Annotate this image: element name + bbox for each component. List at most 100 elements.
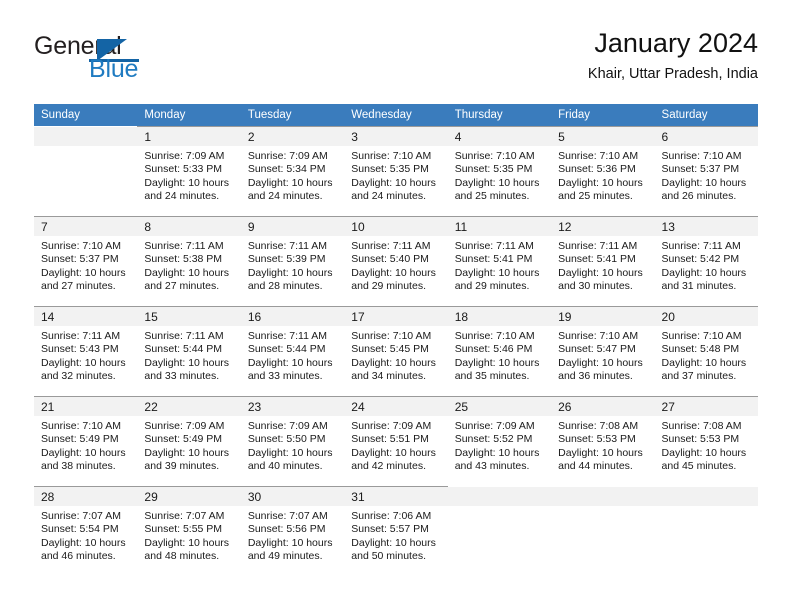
day-cell[interactable]: 18 Sunrise: 7:10 AM Sunset: 5:46 PM Dayligh… bbox=[447, 306, 552, 396]
daylight-text-line2: and 29 minutes. bbox=[454, 279, 530, 292]
sunset-text: Sunset: 5:47 PM bbox=[558, 343, 636, 356]
day-details: Sunrise: 7:11 AM Sunset: 5:38 PM Daylight:… bbox=[137, 236, 240, 293]
sunrise-text: Sunrise: 7:11 AM bbox=[144, 240, 224, 252]
day-number: 11 bbox=[447, 217, 552, 236]
sunset-text: Sunset: 5:35 PM bbox=[351, 163, 429, 176]
daylight-text-line1: Daylight: 10 hours bbox=[661, 446, 747, 459]
day-cell[interactable]: 16 Sunrise: 7:11 AM Sunset: 5:44 PM Dayligh… bbox=[240, 306, 345, 396]
day-cell[interactable]: 20 Sunrise: 7:10 AM Sunset: 5:48 PM Dayligh… bbox=[654, 306, 758, 396]
weekday-header-sunday: Sunday bbox=[34, 104, 138, 126]
day-cell-empty bbox=[654, 486, 758, 576]
day-number: 26 bbox=[551, 397, 655, 416]
day-cell[interactable]: 17 Sunrise: 7:10 AM Sunset: 5:45 PM Dayligh… bbox=[344, 306, 448, 396]
general-blue-logo[interactable]: General Blue bbox=[34, 34, 234, 90]
calendar-cell: 15 Sunrise: 7:11 AM Sunset: 5:44 PM Dayligh… bbox=[137, 306, 241, 396]
day-cell[interactable]: 12 Sunrise: 7:11 AM Sunset: 5:41 PM Dayligh… bbox=[551, 216, 655, 306]
day-cell[interactable]: 29 Sunrise: 7:07 AM Sunset: 5:55 PM Dayligh… bbox=[137, 486, 241, 576]
sunset-text: Sunset: 5:55 PM bbox=[144, 523, 223, 536]
day-number: 9 bbox=[240, 217, 345, 236]
day-number: 21 bbox=[34, 397, 138, 416]
calendar-cell: 13 Sunrise: 7:11 AM Sunset: 5:42 PM Dayligh… bbox=[654, 216, 758, 306]
sunset-text: Sunset: 5:54 PM bbox=[41, 523, 119, 536]
calendar-week-row: 21 Sunrise: 7:10 AM Sunset: 5:49 PM Dayligh… bbox=[34, 396, 758, 486]
sunset-text: Sunset: 5:51 PM bbox=[351, 433, 429, 446]
weekday-header-thursday: Thursday bbox=[447, 104, 552, 126]
sunset-text: Sunset: 5:48 PM bbox=[661, 343, 740, 356]
day-number: 30 bbox=[240, 487, 345, 506]
day-cell[interactable]: 28 Sunrise: 7:07 AM Sunset: 5:54 PM Dayligh… bbox=[34, 486, 138, 576]
sunrise-text: Sunrise: 7:06 AM bbox=[351, 510, 432, 522]
calendar-cell bbox=[654, 486, 758, 576]
day-cell[interactable]: 13 Sunrise: 7:11 AM Sunset: 5:42 PM Dayligh… bbox=[654, 216, 758, 306]
day-cell[interactable]: 11 Sunrise: 7:11 AM Sunset: 5:41 PM Dayligh… bbox=[447, 216, 552, 306]
day-number: 18 bbox=[447, 307, 552, 326]
sunrise-text: Sunrise: 7:09 AM bbox=[247, 420, 328, 432]
day-cell[interactable]: 26 Sunrise: 7:08 AM Sunset: 5:53 PM Dayligh… bbox=[551, 396, 655, 486]
day-number: 12 bbox=[551, 217, 655, 236]
day-cell[interactable]: 7 Sunrise: 7:10 AM Sunset: 5:37 PM Daylight… bbox=[34, 216, 138, 306]
day-cell[interactable]: 23 Sunrise: 7:09 AM Sunset: 5:50 PM Dayligh… bbox=[240, 396, 345, 486]
day-cell[interactable]: 31 Sunrise: 7:06 AM Sunset: 5:57 PM Dayligh… bbox=[344, 486, 448, 576]
sunset-text: Sunset: 5:45 PM bbox=[351, 343, 429, 356]
day-cell[interactable]: 25 Sunrise: 7:09 AM Sunset: 5:52 PM Dayligh… bbox=[447, 396, 552, 486]
calendar-cell: 17 Sunrise: 7:10 AM Sunset: 5:45 PM Dayligh… bbox=[344, 306, 448, 396]
day-cell[interactable]: 5 Sunrise: 7:10 AM Sunset: 5:36 PM Daylight… bbox=[551, 126, 655, 216]
day-cell[interactable]: 24 Sunrise: 7:09 AM Sunset: 5:51 PM Dayligh… bbox=[344, 396, 448, 486]
day-cell[interactable]: 1 Sunrise: 7:09 AM Sunset: 5:33 PM Daylight… bbox=[137, 126, 241, 216]
sunrise-text: Sunrise: 7:10 AM bbox=[661, 330, 742, 342]
day-cell[interactable]: 10 Sunrise: 7:11 AM Sunset: 5:40 PM Dayligh… bbox=[344, 216, 448, 306]
daylight-text-line1: Daylight: 10 hours bbox=[41, 446, 126, 459]
calendar-cell: 8 Sunrise: 7:11 AM Sunset: 5:38 PM Daylight… bbox=[137, 216, 241, 306]
calendar-cell: 25 Sunrise: 7:09 AM Sunset: 5:52 PM Dayligh… bbox=[447, 396, 552, 486]
day-cell[interactable]: 21 Sunrise: 7:10 AM Sunset: 5:49 PM Dayligh… bbox=[34, 396, 138, 486]
day-cell[interactable]: 22 Sunrise: 7:09 AM Sunset: 5:49 PM Dayligh… bbox=[137, 396, 241, 486]
day-details: Sunrise: 7:10 AM Sunset: 5:35 PM Daylight:… bbox=[344, 146, 447, 203]
calendar-cell: 20 Sunrise: 7:10 AM Sunset: 5:48 PM Dayligh… bbox=[654, 306, 758, 396]
day-cell[interactable]: 15 Sunrise: 7:11 AM Sunset: 5:44 PM Dayligh… bbox=[137, 306, 241, 396]
sunrise-text: Sunrise: 7:10 AM bbox=[558, 150, 639, 162]
sunrise-text: Sunrise: 7:11 AM bbox=[558, 240, 638, 252]
calendar-week-row: 7 Sunrise: 7:10 AM Sunset: 5:37 PM Daylight… bbox=[34, 216, 758, 306]
day-cell[interactable]: 9 Sunrise: 7:11 AM Sunset: 5:39 PM Daylight… bbox=[240, 216, 345, 306]
day-cell[interactable]: 19 Sunrise: 7:10 AM Sunset: 5:47 PM Dayligh… bbox=[551, 306, 655, 396]
day-details: Sunrise: 7:10 AM Sunset: 5:37 PM Daylight:… bbox=[34, 236, 137, 293]
day-number: 1 bbox=[137, 127, 241, 146]
day-cell[interactable]: 4 Sunrise: 7:10 AM Sunset: 5:35 PM Daylight… bbox=[447, 126, 552, 216]
day-details: Sunrise: 7:11 AM Sunset: 5:39 PM Daylight:… bbox=[241, 236, 344, 293]
day-details: Sunrise: 7:06 AM Sunset: 5:57 PM Daylight:… bbox=[344, 506, 447, 563]
sunrise-text: Sunrise: 7:10 AM bbox=[454, 150, 535, 162]
day-cell[interactable]: 14 Sunrise: 7:11 AM Sunset: 5:43 PM Dayligh… bbox=[34, 306, 138, 396]
sunset-text: Sunset: 5:41 PM bbox=[558, 253, 636, 266]
sunrise-text: Sunrise: 7:11 AM bbox=[351, 240, 431, 252]
calendar-cell: 19 Sunrise: 7:10 AM Sunset: 5:47 PM Dayligh… bbox=[551, 306, 655, 396]
day-cell[interactable]: 6 Sunrise: 7:10 AM Sunset: 5:37 PM Daylight… bbox=[654, 126, 758, 216]
sunset-text: Sunset: 5:46 PM bbox=[454, 343, 533, 356]
daylight-text-line1: Daylight: 10 hours bbox=[558, 266, 643, 279]
day-cell[interactable]: 8 Sunrise: 7:11 AM Sunset: 5:38 PM Daylight… bbox=[137, 216, 241, 306]
daylight-text-line2: and 24 minutes. bbox=[247, 189, 323, 202]
daylight-text-line1: Daylight: 10 hours bbox=[351, 266, 436, 279]
daylight-text-line2: and 37 minutes. bbox=[661, 369, 737, 382]
day-cell[interactable]: 2 Sunrise: 7:09 AM Sunset: 5:34 PM Daylight… bbox=[240, 126, 345, 216]
day-cell[interactable]: 30 Sunrise: 7:07 AM Sunset: 5:56 PM Dayligh… bbox=[240, 486, 345, 576]
weekday-header-monday: Monday bbox=[137, 104, 241, 126]
daylight-text-line1: Daylight: 10 hours bbox=[144, 446, 230, 459]
calendar-cell: 22 Sunrise: 7:09 AM Sunset: 5:49 PM Dayligh… bbox=[137, 396, 241, 486]
day-details: Sunrise: 7:10 AM Sunset: 5:48 PM Daylight:… bbox=[655, 326, 758, 383]
day-cell[interactable]: 27 Sunrise: 7:08 AM Sunset: 5:53 PM Dayligh… bbox=[654, 396, 758, 486]
day-number: 4 bbox=[447, 127, 552, 146]
day-number: 10 bbox=[344, 217, 448, 236]
day-cell[interactable]: 3 Sunrise: 7:10 AM Sunset: 5:35 PM Daylight… bbox=[344, 126, 448, 216]
day-number: 24 bbox=[344, 397, 448, 416]
sunrise-text: Sunrise: 7:11 AM bbox=[454, 240, 534, 252]
sunset-text: Sunset: 5:52 PM bbox=[454, 433, 533, 446]
daylight-text-line2: and 29 minutes. bbox=[351, 279, 426, 292]
day-details: Sunrise: 7:09 AM Sunset: 5:49 PM Daylight:… bbox=[137, 416, 240, 473]
sunrise-text: Sunrise: 7:07 AM bbox=[247, 510, 328, 522]
sunset-text: Sunset: 5:33 PM bbox=[144, 163, 223, 176]
daylight-text-line2: and 35 minutes. bbox=[454, 369, 530, 382]
day-number bbox=[551, 487, 655, 506]
sunrise-text: Sunrise: 7:11 AM bbox=[144, 330, 224, 342]
daylight-text-line2: and 50 minutes. bbox=[351, 549, 426, 562]
daylight-text-line1: Daylight: 10 hours bbox=[247, 446, 333, 459]
